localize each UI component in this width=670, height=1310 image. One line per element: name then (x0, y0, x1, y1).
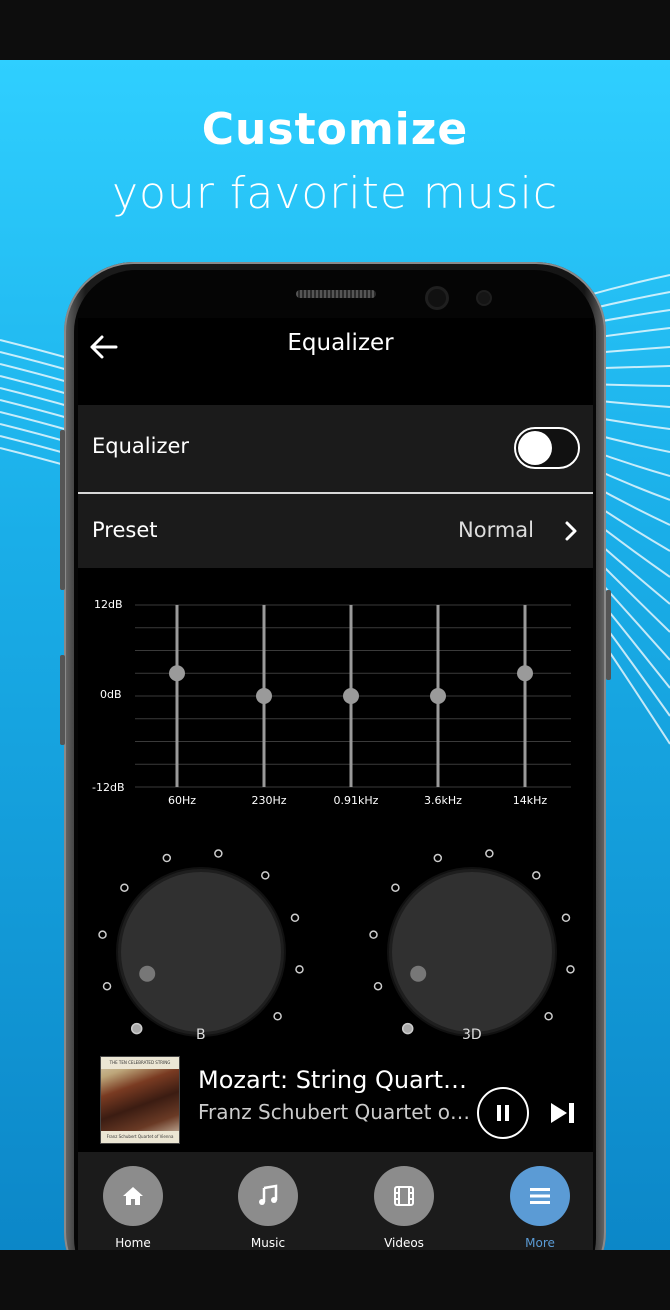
promo-headline: Customize (201, 104, 469, 155)
toggle-knob (518, 431, 552, 465)
nav-item-more[interactable]: More (500, 1166, 580, 1250)
preset-value: Normal (458, 518, 534, 542)
song-title: Mozart: String Quartet No. 17 (198, 1066, 473, 1094)
eq-slider-handle[interactable] (343, 688, 359, 704)
knob-level-dot (566, 965, 575, 974)
knob-level-dot (485, 849, 494, 858)
knob-level-dot (261, 871, 270, 880)
nav-videos-circle (374, 1166, 434, 1226)
nav-item-music[interactable]: Music (228, 1166, 308, 1250)
nav-label-home: Home (115, 1236, 151, 1250)
knob-level-dot (130, 1022, 143, 1035)
knob-level-dot (532, 871, 541, 880)
phone-volume-button (60, 430, 65, 590)
app-screen: Equalizer Equalizer Preset Normal 12dB 0… (78, 318, 593, 1250)
knob-level-dot (373, 981, 383, 991)
album-art[interactable]: THE TEN CELEBRATED STRING QUARTETS Franz… (100, 1056, 180, 1144)
music-note-icon (259, 1184, 278, 1205)
knob-level-dot (295, 965, 304, 974)
skip-next-icon (551, 1103, 574, 1123)
film-icon (394, 1186, 414, 1206)
knob-level-dot (214, 849, 223, 858)
knob-level-dot (102, 981, 112, 991)
knob-indicator (410, 965, 427, 982)
knob-level-dot (162, 853, 172, 863)
eq-slider-handle[interactable] (169, 665, 185, 682)
nav-home-circle (103, 1166, 163, 1226)
nav-label-more: More (525, 1236, 555, 1250)
eq-frequency-label: 0.91kHz (333, 794, 379, 807)
bottom-navigation: Home Music Videos More (78, 1152, 593, 1250)
eq-frequency-label: 230Hz (251, 794, 287, 807)
knob-indicator (139, 965, 156, 982)
db-label-top: 12dB (94, 598, 123, 611)
preset-label: Preset (92, 518, 158, 542)
nav-more-circle (510, 1166, 570, 1226)
pause-icon (497, 1105, 509, 1121)
top-black-bar (0, 0, 670, 60)
knob-level-dot (369, 930, 378, 939)
nav-item-home[interactable]: Home (93, 1166, 173, 1250)
knob-level-dot (401, 1022, 414, 1035)
knob-face[interactable] (121, 872, 281, 1032)
knob-level-dot (273, 1012, 282, 1021)
equalizer-toggle[interactable] (514, 427, 580, 469)
knob-level-dot (290, 913, 300, 923)
nav-music-circle (238, 1166, 298, 1226)
phone-power-button (606, 590, 611, 680)
phone-front-camera (428, 289, 446, 307)
eq-slider-handle[interactable] (517, 665, 533, 682)
phone-speaker-grille (296, 290, 376, 298)
app-header: Equalizer (78, 318, 593, 405)
nav-item-videos[interactable]: Videos (364, 1166, 444, 1250)
equalizer-panel: 12dB 0dB -12dB 60Hz 230Hz 0.91kHz 3.6kHz 14k… (78, 568, 593, 1048)
knob-level-dot (391, 883, 400, 892)
pause-button[interactable] (477, 1087, 529, 1139)
home-icon (123, 1187, 143, 1205)
eq-frequency-label: 3.6kHz (424, 794, 462, 807)
song-artist: Franz Schubert Quartet of Vienna (198, 1100, 473, 1124)
db-label-mid: 0dB (100, 688, 122, 701)
db-label-bottom: -12dB (92, 781, 125, 794)
menu-icon (530, 1188, 550, 1204)
page-title: Equalizer (287, 330, 394, 356)
knob-level-dot (120, 883, 129, 892)
chevron-right-icon[interactable] (562, 519, 580, 543)
knob-face[interactable] (392, 872, 552, 1032)
phone-bixby-button (60, 655, 65, 745)
mini-player[interactable]: THE TEN CELEBRATED STRING QUARTETS Franz… (78, 1040, 593, 1152)
nav-label-music: Music (250, 1236, 286, 1250)
knob-level-dot (433, 853, 443, 863)
equalizer-graph (98, 604, 575, 1037)
album-art-top-text: THE TEN CELEBRATED STRING QUARTETS (101, 1057, 179, 1069)
nav-label-videos: Videos (384, 1236, 424, 1250)
eq-slider-handle[interactable] (256, 688, 272, 704)
eq-slider-handle[interactable] (430, 688, 446, 704)
next-button[interactable] (548, 1100, 578, 1126)
bottom-black-bar (0, 1250, 670, 1310)
album-art-bottom-text: Franz Schubert Quartet of Vienna (101, 1131, 179, 1143)
eq-frequency-label: 60Hz (167, 794, 197, 807)
knob-level-dot (561, 913, 571, 923)
knob-level-dot (544, 1012, 553, 1021)
equalizer-label: Equalizer (92, 434, 190, 458)
phone-sensor (478, 292, 490, 304)
promo-subline: your favorite music (111, 168, 559, 219)
knob-level-dot (98, 930, 107, 939)
eq-frequency-label: 14kHz (512, 794, 548, 807)
